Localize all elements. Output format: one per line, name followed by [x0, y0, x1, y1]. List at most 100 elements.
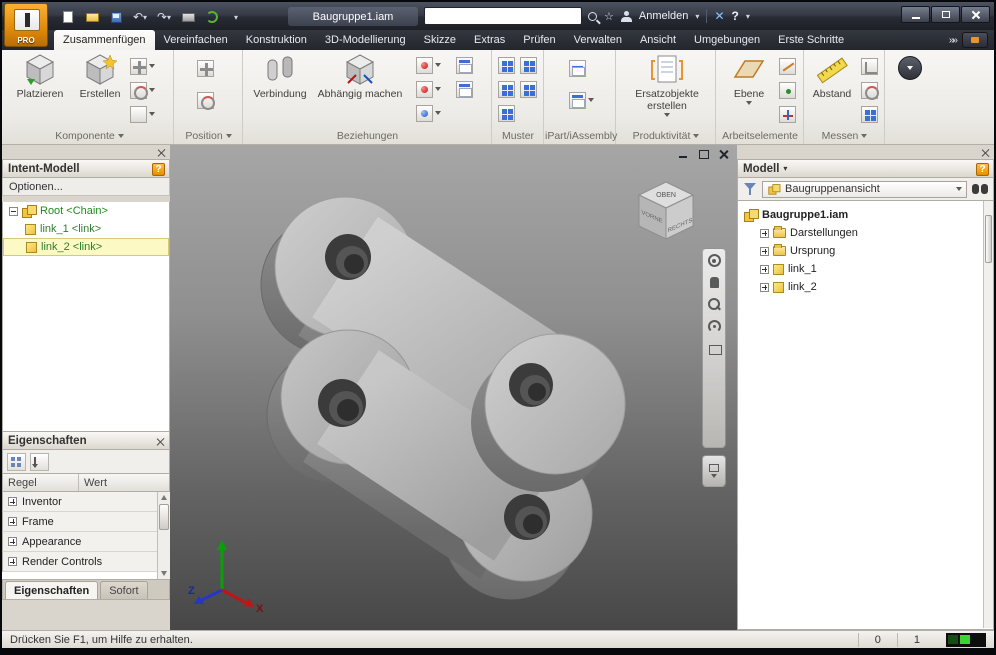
tab-konstruktion[interactable]: Konstruktion	[237, 30, 316, 50]
component-copy-button[interactable]	[130, 104, 155, 124]
relationship-tool-2-button[interactable]	[416, 79, 441, 99]
intent-link1-node[interactable]: link_1 <link>	[3, 220, 169, 238]
abstand-button[interactable]: Abstand	[805, 53, 859, 127]
model-node-link1[interactable]: link_1	[738, 260, 993, 278]
model-tree-scrollbar[interactable]	[983, 201, 993, 628]
maximize-button[interactable]	[931, 6, 960, 23]
expand-icon[interactable]	[8, 517, 17, 526]
print-button[interactable]	[178, 9, 198, 26]
category-view-button[interactable]	[7, 452, 26, 471]
viewport-3d[interactable]: OBEN VORNE RECHTS X Z	[170, 145, 737, 630]
intent-help-icon[interactable]	[152, 163, 165, 176]
panel-label-produktivitaet[interactable]: Produktivität	[617, 130, 715, 142]
pattern-tool-button[interactable]	[498, 103, 515, 123]
ipart-create-button[interactable]	[569, 58, 586, 78]
tab-3d-modellierung[interactable]: 3D-Modellierung	[316, 30, 415, 50]
model-title-dropdown-icon[interactable]: ▾	[783, 164, 787, 173]
expand-icon[interactable]	[8, 557, 17, 566]
update-button[interactable]	[202, 9, 222, 26]
find-binoculars-icon[interactable]	[972, 183, 988, 195]
tab-extras[interactable]: Extras	[465, 30, 514, 50]
tab-umgebungen[interactable]: Umgebungen	[685, 30, 769, 50]
ersatzobjekte-button[interactable]: Ersatzobjekte erstellen	[633, 53, 701, 127]
help-dropdown-icon[interactable]: ▾	[746, 12, 750, 21]
model-node-link2[interactable]: link_2	[738, 278, 993, 296]
qat-customize-button[interactable]: ▾	[226, 9, 246, 26]
measure-angle-button[interactable]	[861, 56, 878, 76]
zoom-icon[interactable]	[707, 298, 721, 311]
new-file-button[interactable]	[58, 9, 78, 26]
signin-dropdown-icon[interactable]: ▾	[695, 12, 699, 21]
expand-icon[interactable]	[760, 282, 769, 292]
relationship-tool-1-button[interactable]	[416, 55, 441, 75]
expand-icon[interactable]	[8, 497, 17, 506]
panel-label-position[interactable]: Position	[175, 130, 242, 142]
pattern-mirror-button[interactable]	[498, 79, 515, 99]
expand-icon[interactable]	[760, 264, 769, 274]
expand-icon[interactable]	[8, 537, 17, 546]
display-options-button[interactable]	[898, 56, 922, 80]
tab-skizze[interactable]: Skizze	[415, 30, 465, 50]
free-rotate-button[interactable]	[130, 80, 155, 100]
property-row[interactable]: Render Controls	[2, 552, 157, 572]
search-input[interactable]	[424, 7, 582, 25]
model-help-icon[interactable]	[976, 163, 989, 176]
pattern-rect-button[interactable]	[498, 55, 515, 75]
pan-icon[interactable]	[708, 276, 721, 289]
panel-label-messen[interactable]: Messen	[805, 130, 884, 142]
doc-minimize-icon[interactable]	[678, 149, 689, 159]
relationship-tool-4-button[interactable]	[456, 55, 473, 75]
ebene-button[interactable]: Ebene	[719, 53, 779, 127]
orbit-icon[interactable]	[707, 320, 721, 333]
tab-pruefen[interactable]: Prüfen	[514, 30, 564, 50]
expand-icon[interactable]	[760, 246, 769, 256]
abhaengig-machen-button[interactable]: Abhängig machen	[314, 53, 406, 127]
minimize-button[interactable]	[901, 6, 930, 23]
grid-snap-button[interactable]	[197, 58, 214, 78]
property-row[interactable]: Inventor	[2, 492, 157, 512]
collapse-icon[interactable]	[9, 206, 18, 216]
measure-area-button[interactable]	[861, 104, 878, 124]
open-button[interactable]	[82, 9, 102, 26]
doc-close-icon[interactable]	[718, 149, 729, 159]
intent-panel-close-icon[interactable]	[157, 148, 166, 157]
favorites-star-icon[interactable]: ☆	[604, 10, 614, 23]
panel-label-komponente[interactable]: Komponente	[6, 130, 173, 142]
work-axis-button[interactable]	[779, 56, 796, 76]
pattern-circ-button[interactable]	[520, 55, 537, 75]
exchange-apps-icon[interactable]: ✕	[714, 9, 724, 23]
verbindung-button[interactable]: Verbindung	[250, 53, 310, 127]
browser-view-dropdown[interactable]: Baugruppenansicht	[762, 180, 967, 198]
panel-label-arbeitselemente[interactable]: Arbeitselemente	[717, 130, 803, 142]
camera-button[interactable]	[962, 32, 988, 48]
filter-icon[interactable]	[743, 182, 757, 196]
intent-options-button[interactable]: Optionen...	[2, 178, 170, 196]
pattern-copy-button[interactable]	[520, 79, 537, 99]
intent-link2-node[interactable]: link_2 <link>	[3, 238, 169, 256]
close-button[interactable]	[961, 6, 990, 23]
panel-label-beziehungen[interactable]: Beziehungen	[244, 130, 491, 142]
measure-loop-button[interactable]	[861, 80, 879, 100]
application-menu-button[interactable]: PRO	[4, 3, 48, 47]
relationship-tool-5-button[interactable]	[456, 79, 473, 99]
scrollbar-thumb[interactable]	[159, 504, 169, 530]
properties-close-icon[interactable]	[156, 437, 165, 446]
sort-az-button[interactable]	[30, 452, 49, 471]
erstellen-button[interactable]: Erstellen	[70, 53, 130, 127]
properties-scrollbar[interactable]	[157, 492, 170, 579]
tab-vereinfachen[interactable]: Vereinfachen	[155, 30, 237, 50]
tab-sofort[interactable]: Sofort	[100, 581, 148, 599]
tab-eigenschaften[interactable]: Eigenschaften	[5, 581, 99, 599]
sign-in-link[interactable]: Anmelden	[639, 10, 689, 22]
model-root-node[interactable]: Baugruppe1.iam	[738, 206, 993, 224]
panel-label-ipart[interactable]: iPart/iAssembly	[545, 130, 617, 142]
property-row[interactable]: Frame	[2, 512, 157, 532]
view-cube[interactable]: OBEN VORNE RECHTS	[633, 178, 699, 244]
tab-erste-schritte[interactable]: Erste Schritte	[769, 30, 853, 50]
doc-restore-icon[interactable]	[698, 149, 709, 159]
position-rotate-button[interactable]	[197, 90, 215, 110]
free-move-button[interactable]	[130, 56, 155, 76]
navigation-bar-extra[interactable]	[702, 455, 726, 487]
expand-icon[interactable]	[760, 228, 769, 238]
work-point-button[interactable]	[779, 80, 796, 100]
